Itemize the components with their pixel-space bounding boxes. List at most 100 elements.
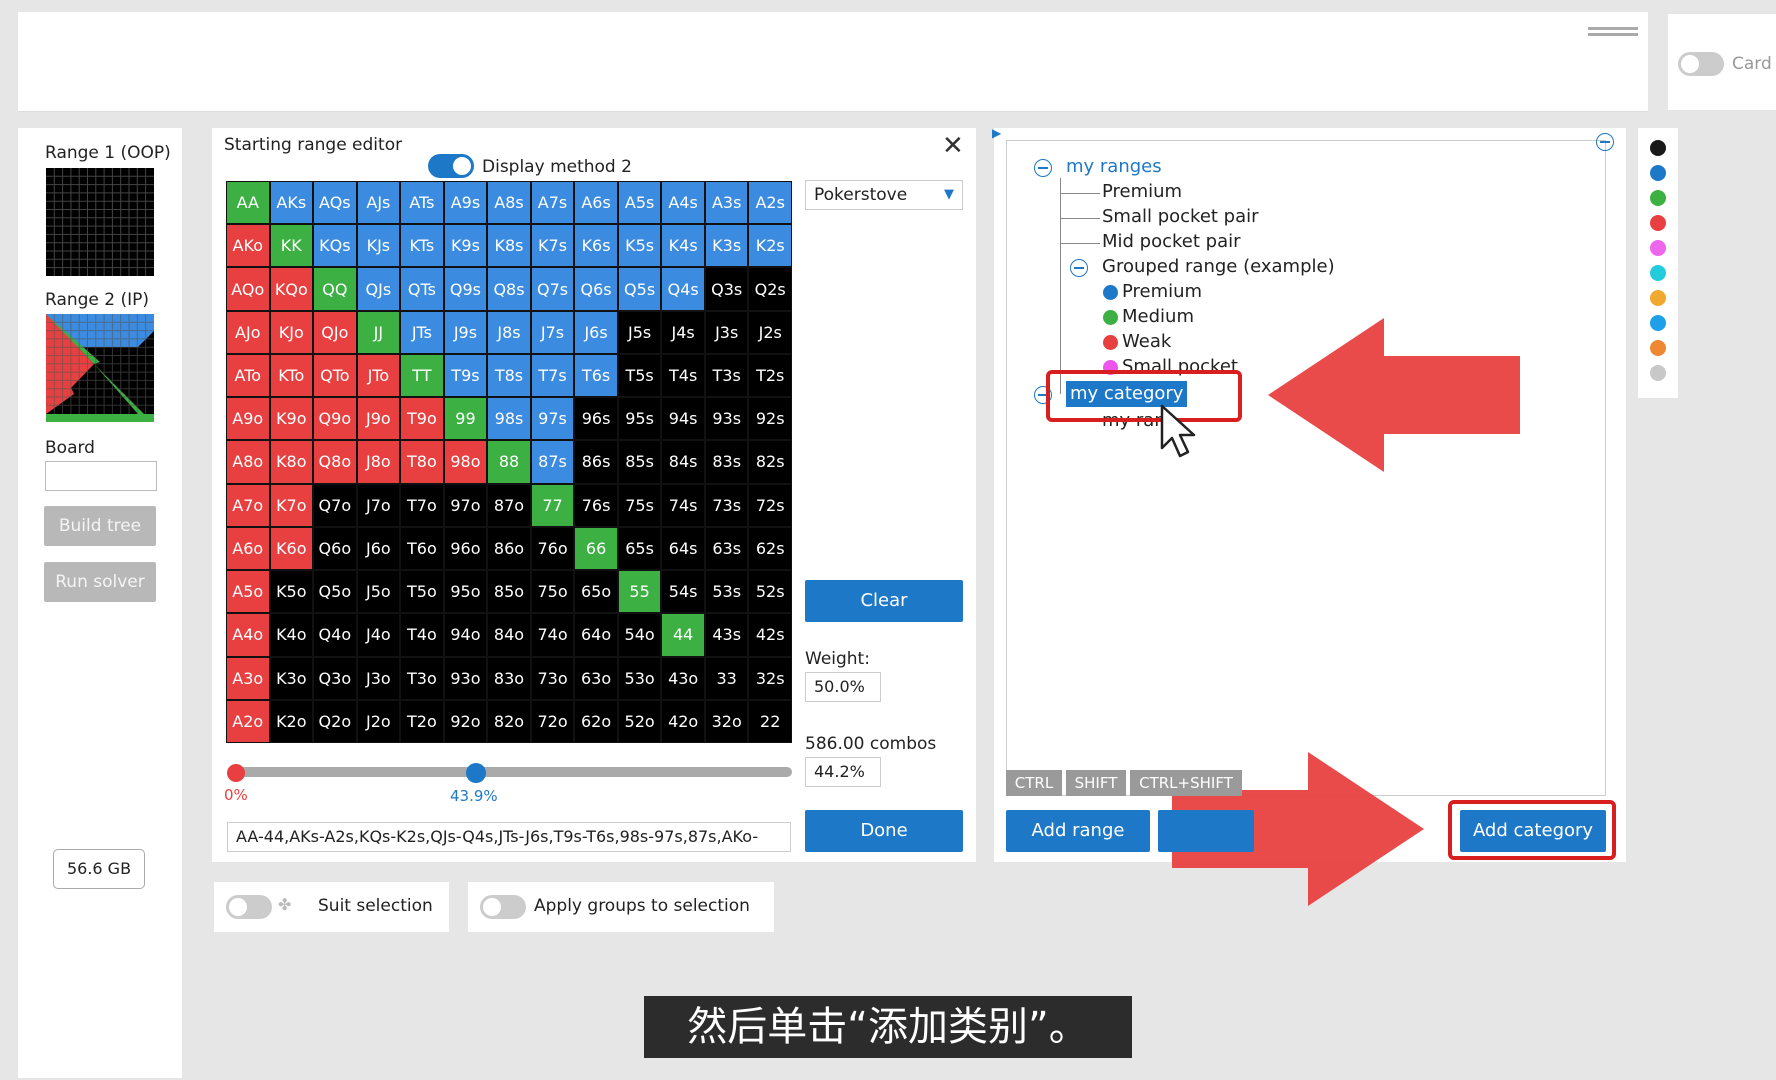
hand-cell[interactable]: QJo [314,311,356,353]
hand-cell[interactable]: K3o [270,657,313,699]
shift-tab[interactable]: SHIFT [1066,770,1126,796]
range-slider-min-handle[interactable] [227,764,245,782]
hand-cell[interactable]: 44 [662,614,704,656]
hand-cell[interactable]: 77 [531,484,574,526]
hand-cell[interactable]: 84o [488,614,530,656]
hand-cell[interactable]: Q8o [314,441,356,483]
close-icon[interactable]: ✕ [942,133,964,159]
hand-cell[interactable]: K4s [662,225,704,267]
hand-cell[interactable]: KK [270,225,313,267]
palette-color-swatch[interactable] [1650,215,1666,231]
hand-cell[interactable]: Q6s [575,268,617,310]
hand-cell[interactable]: 86o [488,527,530,570]
hand-cell[interactable]: KQs [314,225,356,267]
palette-color-swatch[interactable] [1650,265,1666,281]
hand-cell[interactable]: J8s [488,311,530,353]
hand-cell[interactable]: T2s [749,354,791,397]
group-item[interactable]: Medium [1122,306,1194,327]
hand-cell[interactable]: K8o [270,441,313,483]
hand-cell[interactable]: Q5o [314,571,356,613]
hand-cell[interactable]: QQ [314,268,356,310]
hand-cell[interactable]: Q7o [314,484,356,526]
hand-cell[interactable]: Q3s [705,268,748,310]
hand-cell[interactable]: KJo [270,311,313,353]
collapse-icon[interactable] [1070,259,1088,277]
hand-cell[interactable]: T9s [444,354,487,397]
hand-cell[interactable]: A3o [227,657,269,699]
hand-cell[interactable]: 93s [705,398,748,440]
hand-cell[interactable]: A5o [227,571,269,613]
hand-cell[interactable]: JTs [401,311,443,353]
hand-cell[interactable]: A6o [227,527,269,570]
hand-cell[interactable]: T7s [531,354,574,397]
hand-cell[interactable]: QTs [401,268,443,310]
hand-cell[interactable]: J8o [357,441,400,483]
range2-thumbnail[interactable] [46,314,154,422]
preset-select[interactable]: Pokerstove ▼ [805,180,963,210]
collapse-all-icon[interactable] [1596,133,1614,151]
palette-color-swatch[interactable] [1650,365,1666,381]
hand-cell[interactable]: ATs [401,182,443,224]
hand-cell[interactable]: Q8s [488,268,530,310]
hand-cell[interactable]: A9s [444,182,487,224]
hand-cell[interactable]: 32s [749,657,791,699]
hand-cell[interactable]: 22 [749,700,791,742]
add-range-button[interactable]: Add range [1006,810,1150,852]
hand-cell[interactable]: Q9s [444,268,487,310]
hand-cell[interactable]: 64s [662,527,704,570]
hand-cell[interactable]: 85o [488,571,530,613]
hand-cell[interactable]: 74s [662,484,704,526]
hand-cell[interactable]: T4o [401,614,443,656]
hand-cell[interactable]: 52o [618,700,661,742]
hand-cell[interactable]: T9o [401,398,443,440]
hand-cell[interactable]: J6s [575,311,617,353]
hand-cell[interactable]: 88 [488,441,530,483]
hand-cell[interactable]: K3s [705,225,748,267]
hand-cell[interactable]: ATo [227,354,269,397]
hand-cell[interactable]: 94s [662,398,704,440]
hand-cell[interactable]: A2s [749,182,791,224]
hand-cell[interactable]: J4s [662,311,704,353]
hand-cell[interactable]: QTo [314,354,356,397]
palette-color-swatch[interactable] [1650,190,1666,206]
hand-cell[interactable]: K7s [531,225,574,267]
hand-cell[interactable]: 72o [531,700,574,742]
hand-cell[interactable]: A8o [227,441,269,483]
card-toggle[interactable] [1678,52,1724,76]
hand-cell[interactable]: 95o [444,571,487,613]
hand-cell[interactable]: 54s [662,571,704,613]
hand-cell[interactable]: TT [401,354,443,397]
hand-cell[interactable]: 75o [531,571,574,613]
hand-cell[interactable]: AKo [227,225,269,267]
hand-cell[interactable]: AA [227,182,269,224]
hand-cell[interactable]: A9o [227,398,269,440]
hand-cell[interactable]: A7s [531,182,574,224]
hand-cell[interactable]: 96s [575,398,617,440]
hand-cell[interactable]: T7o [401,484,443,526]
hand-cell[interactable]: JTo [357,354,400,397]
hand-cell[interactable]: 32o [705,700,748,742]
hand-cell[interactable]: 42o [662,700,704,742]
hand-cell[interactable]: KJs [357,225,400,267]
hand-cell[interactable]: 93o [444,657,487,699]
tree-root[interactable]: my ranges [1066,156,1162,177]
hand-cell[interactable]: 96o [444,527,487,570]
hand-cell[interactable]: 99 [444,398,487,440]
hand-cell[interactable]: 63o [575,657,617,699]
hand-cell[interactable]: KTo [270,354,313,397]
hand-cell[interactable]: KTs [401,225,443,267]
hand-cell[interactable]: 43o [662,657,704,699]
palette-color-swatch[interactable] [1650,340,1666,356]
hand-cell[interactable]: T5s [618,354,661,397]
hand-cell[interactable]: 43s [705,614,748,656]
hamburger-menu-icon[interactable] [1588,27,1638,41]
hand-cell[interactable]: AJo [227,311,269,353]
hand-cell[interactable]: 76s [575,484,617,526]
hand-cell[interactable]: Q4o [314,614,356,656]
hand-cell[interactable]: 64o [575,614,617,656]
hand-cell[interactable]: J9o [357,398,400,440]
hand-cell[interactable]: 94o [444,614,487,656]
hand-cell[interactable]: 62s [749,527,791,570]
collapse-icon[interactable] [1034,159,1052,177]
hand-cell[interactable]: 33 [705,657,748,699]
